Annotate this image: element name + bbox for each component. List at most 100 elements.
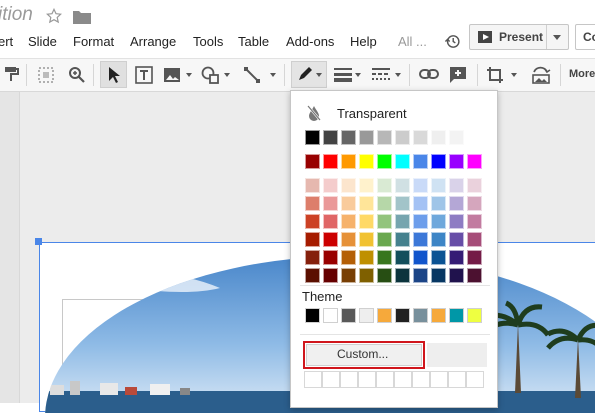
color-swatch-bright[interactable] xyxy=(359,154,374,169)
color-swatch-shade[interactable] xyxy=(323,178,338,193)
custom-color-slot[interactable] xyxy=(376,371,394,388)
color-swatch-shade[interactable] xyxy=(449,250,464,265)
color-swatch-shade[interactable] xyxy=(305,178,320,193)
color-swatch-shade[interactable] xyxy=(377,178,392,193)
color-swatch-shade[interactable] xyxy=(377,250,392,265)
color-swatch-shade[interactable] xyxy=(413,214,428,229)
color-swatch-shade[interactable] xyxy=(413,232,428,247)
color-swatch-shade[interactable] xyxy=(359,232,374,247)
color-swatch-shade[interactable] xyxy=(359,196,374,211)
color-swatch-bright[interactable] xyxy=(341,154,356,169)
color-swatch-shade[interactable] xyxy=(359,268,374,283)
zoom-icon[interactable] xyxy=(68,66,86,84)
color-swatch-shade[interactable] xyxy=(449,268,464,283)
theme-color-swatch[interactable] xyxy=(395,308,410,323)
color-swatch-shade[interactable] xyxy=(323,214,338,229)
color-swatch-shade[interactable] xyxy=(431,250,446,265)
menu-add-ons[interactable]: Add-ons xyxy=(286,34,334,49)
color-swatch-shade[interactable] xyxy=(431,178,446,193)
color-swatch-shade[interactable] xyxy=(449,178,464,193)
color-swatch-shade[interactable] xyxy=(395,196,410,211)
color-swatch-gray[interactable] xyxy=(377,130,392,145)
color-swatch-gray[interactable] xyxy=(413,130,428,145)
color-swatch-shade[interactable] xyxy=(341,250,356,265)
custom-color-slot[interactable] xyxy=(412,371,430,388)
color-swatch-shade[interactable] xyxy=(467,232,482,247)
color-swatch-bright[interactable] xyxy=(377,154,392,169)
color-swatch-shade[interactable] xyxy=(431,196,446,211)
color-swatch-bright[interactable] xyxy=(449,154,464,169)
color-swatch-gray[interactable] xyxy=(431,130,446,145)
color-swatch-shade[interactable] xyxy=(323,268,338,283)
star-icon[interactable] xyxy=(46,8,62,24)
color-swatch-shade[interactable] xyxy=(305,196,320,211)
theme-color-swatch[interactable] xyxy=(377,308,392,323)
custom-color-slot[interactable] xyxy=(358,371,376,388)
color-swatch-gray[interactable] xyxy=(341,130,356,145)
color-swatch-shade[interactable] xyxy=(359,214,374,229)
present-dropdown-icon[interactable] xyxy=(553,35,561,40)
select-region-icon[interactable] xyxy=(37,66,55,84)
menu-tools[interactable]: Tools xyxy=(193,34,223,49)
color-swatch-shade[interactable] xyxy=(449,196,464,211)
menu-format[interactable]: Format xyxy=(73,34,114,49)
color-swatch-shade[interactable] xyxy=(377,214,392,229)
shape-icon[interactable] xyxy=(201,66,221,84)
custom-color-slot[interactable] xyxy=(430,371,448,388)
color-swatch-shade[interactable] xyxy=(467,196,482,211)
color-swatch-shade[interactable] xyxy=(341,232,356,247)
crop-icon[interactable] xyxy=(486,66,504,84)
custom-color-slot[interactable] xyxy=(340,371,358,388)
menu-ert[interactable]: ert xyxy=(0,34,13,49)
all-changes-saved-link[interactable]: All ... xyxy=(398,34,427,49)
menu-arrange[interactable]: Arrange xyxy=(130,34,176,49)
color-swatch-shade[interactable] xyxy=(395,232,410,247)
color-swatch-shade[interactable] xyxy=(467,178,482,193)
color-swatch-shade[interactable] xyxy=(413,196,428,211)
border-color-icon[interactable] xyxy=(297,66,313,82)
color-swatch-bright[interactable] xyxy=(305,154,320,169)
custom-color-slot[interactable] xyxy=(304,371,322,388)
image-dropdown-icon[interactable] xyxy=(186,73,192,77)
shape-dropdown-icon[interactable] xyxy=(224,73,230,77)
border-weight-dropdown-icon[interactable] xyxy=(355,73,361,77)
color-swatch-shade[interactable] xyxy=(323,250,338,265)
more-button[interactable]: More xyxy=(569,68,595,80)
color-swatch-shade[interactable] xyxy=(305,214,320,229)
color-swatch-shade[interactable] xyxy=(377,268,392,283)
color-swatch-shade[interactable] xyxy=(323,196,338,211)
theme-color-swatch[interactable] xyxy=(323,308,338,323)
color-swatch-shade[interactable] xyxy=(395,214,410,229)
history-icon[interactable] xyxy=(444,33,461,50)
theme-color-swatch[interactable] xyxy=(341,308,356,323)
color-swatch-shade[interactable] xyxy=(395,250,410,265)
color-swatch-shade[interactable] xyxy=(413,178,428,193)
color-swatch-shade[interactable] xyxy=(467,268,482,283)
theme-color-swatch[interactable] xyxy=(305,308,320,323)
text-box-icon[interactable] xyxy=(135,66,153,84)
theme-color-swatch[interactable] xyxy=(467,308,482,323)
custom-color-slot[interactable] xyxy=(448,371,466,388)
color-swatch-shade[interactable] xyxy=(431,214,446,229)
color-swatch-shade[interactable] xyxy=(395,268,410,283)
border-dash-icon[interactable] xyxy=(372,66,390,82)
color-swatch-shade[interactable] xyxy=(305,268,320,283)
line-icon[interactable] xyxy=(243,66,261,84)
color-swatch-shade[interactable] xyxy=(431,232,446,247)
theme-color-swatch[interactable] xyxy=(413,308,428,323)
border-dash-dropdown-icon[interactable] xyxy=(395,73,401,77)
paint-format-icon[interactable] xyxy=(4,66,20,82)
folder-icon[interactable] xyxy=(73,10,91,24)
menu-slide[interactable]: Slide xyxy=(28,34,57,49)
select-arrow-icon[interactable] xyxy=(107,66,121,84)
color-swatch-shade[interactable] xyxy=(449,214,464,229)
color-swatch-shade[interactable] xyxy=(467,214,482,229)
color-swatch-shade[interactable] xyxy=(341,196,356,211)
custom-color-slot[interactable] xyxy=(394,371,412,388)
color-swatch-bright[interactable] xyxy=(413,154,428,169)
theme-color-swatch[interactable] xyxy=(431,308,446,323)
color-swatch-gray[interactable] xyxy=(305,130,320,145)
theme-color-swatch[interactable] xyxy=(449,308,464,323)
line-dropdown-icon[interactable] xyxy=(270,73,276,77)
color-swatch-shade[interactable] xyxy=(341,178,356,193)
